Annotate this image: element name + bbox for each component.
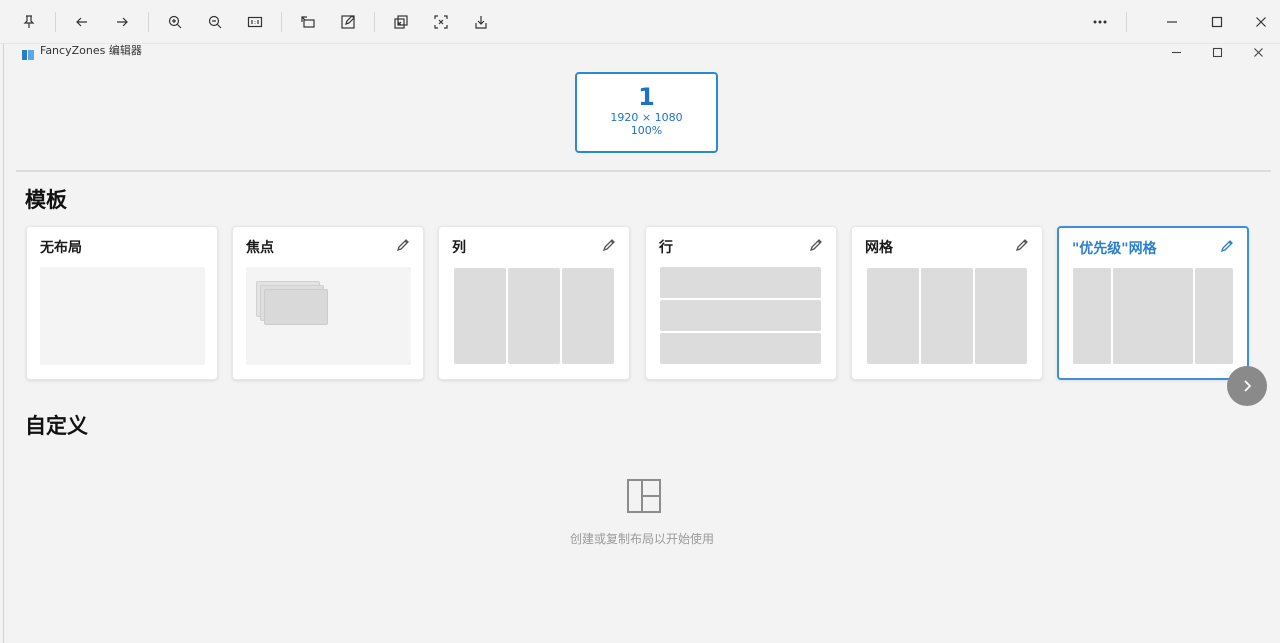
pencil-icon[interactable] [395, 237, 411, 253]
layout-icon [626, 478, 662, 514]
toolbar-divider [1126, 12, 1127, 32]
template-name: "优先级"网格 [1072, 241, 1157, 257]
template-card-columns[interactable]: 列 [438, 226, 630, 380]
template-name: 列 [452, 240, 466, 256]
monitor-scale: 100% [630, 124, 663, 137]
fancyzones-app-icon [22, 46, 34, 60]
monitor-number: 1 [638, 83, 655, 111]
editor-titlebar: FancyZones 编辑器 [4, 44, 1280, 62]
minimize-icon[interactable] [1159, 9, 1185, 35]
rotate-icon[interactable] [295, 9, 321, 35]
layout-preview [452, 267, 617, 365]
toolbar-divider [148, 12, 149, 32]
template-card-priority-grid[interactable]: "优先级"网格 [1057, 226, 1249, 380]
template-name: 无布局 [40, 240, 82, 256]
fullscreen-icon[interactable] [428, 9, 454, 35]
zone [264, 289, 328, 325]
crop-icon[interactable] [388, 9, 414, 35]
zone [562, 268, 614, 364]
custom-heading: 自定义 [25, 414, 88, 438]
layout-preview [40, 267, 205, 365]
toolbar-divider [281, 12, 282, 32]
monitor-selector-area: 1 1920 × 1080 100% [16, 62, 1271, 172]
zone [660, 300, 821, 331]
zone [1113, 268, 1193, 364]
pencil-icon[interactable] [1219, 238, 1235, 254]
monitor-card[interactable]: 1 1920 × 1080 100% [575, 72, 718, 153]
template-name: 网格 [865, 240, 893, 256]
next-templates-button[interactable] [1227, 366, 1267, 406]
zone [867, 268, 919, 364]
forward-arrow-icon[interactable] [109, 9, 135, 35]
pencil-icon[interactable] [1014, 237, 1030, 253]
viewer-toolbar [0, 0, 1280, 44]
templates-heading: 模板 [25, 188, 67, 212]
editor-close-icon[interactable] [1248, 44, 1268, 60]
layout-preview [1071, 267, 1236, 365]
custom-empty-message: 创建或复制布局以开始使用 [569, 532, 714, 546]
zone [1195, 268, 1233, 364]
zone [660, 267, 821, 298]
zone [454, 268, 506, 364]
template-name: 焦点 [246, 240, 274, 256]
zoom-in-icon[interactable] [162, 9, 188, 35]
template-card-grid[interactable]: 网格 [851, 226, 1043, 380]
toolbar-divider [374, 12, 375, 32]
monitor-resolution: 1920 × 1080 [610, 111, 683, 124]
template-card-focus[interactable]: 焦点 [232, 226, 424, 380]
actual-size-icon[interactable] [242, 9, 268, 35]
chevron-right-icon [1244, 380, 1252, 392]
editor-minimize-icon[interactable] [1166, 44, 1186, 60]
template-card-no-layout[interactable]: 无布局 [26, 226, 218, 380]
zone [1073, 268, 1111, 364]
zoom-out-icon[interactable] [202, 9, 228, 35]
zone [508, 268, 560, 364]
layout-preview [246, 267, 411, 365]
pencil-icon[interactable] [808, 237, 824, 253]
save-icon[interactable] [468, 9, 494, 35]
zone [660, 333, 821, 364]
window-title: FancyZones 编辑器 [40, 44, 142, 57]
toolbar-divider [55, 12, 56, 32]
maximize-icon[interactable] [1204, 9, 1230, 35]
back-arrow-icon[interactable] [69, 9, 95, 35]
pin-icon[interactable] [16, 9, 42, 35]
layout-preview [659, 267, 824, 365]
template-card-rows[interactable]: 行 [645, 226, 837, 380]
close-icon[interactable] [1248, 9, 1274, 35]
layout-preview [865, 267, 1030, 365]
edit-icon[interactable] [335, 9, 361, 35]
more-options-icon[interactable] [1087, 9, 1113, 35]
zone [975, 268, 1027, 364]
template-name: 行 [659, 240, 673, 256]
pencil-icon[interactable] [601, 237, 617, 253]
editor-maximize-icon[interactable] [1207, 44, 1227, 60]
zone [921, 268, 973, 364]
